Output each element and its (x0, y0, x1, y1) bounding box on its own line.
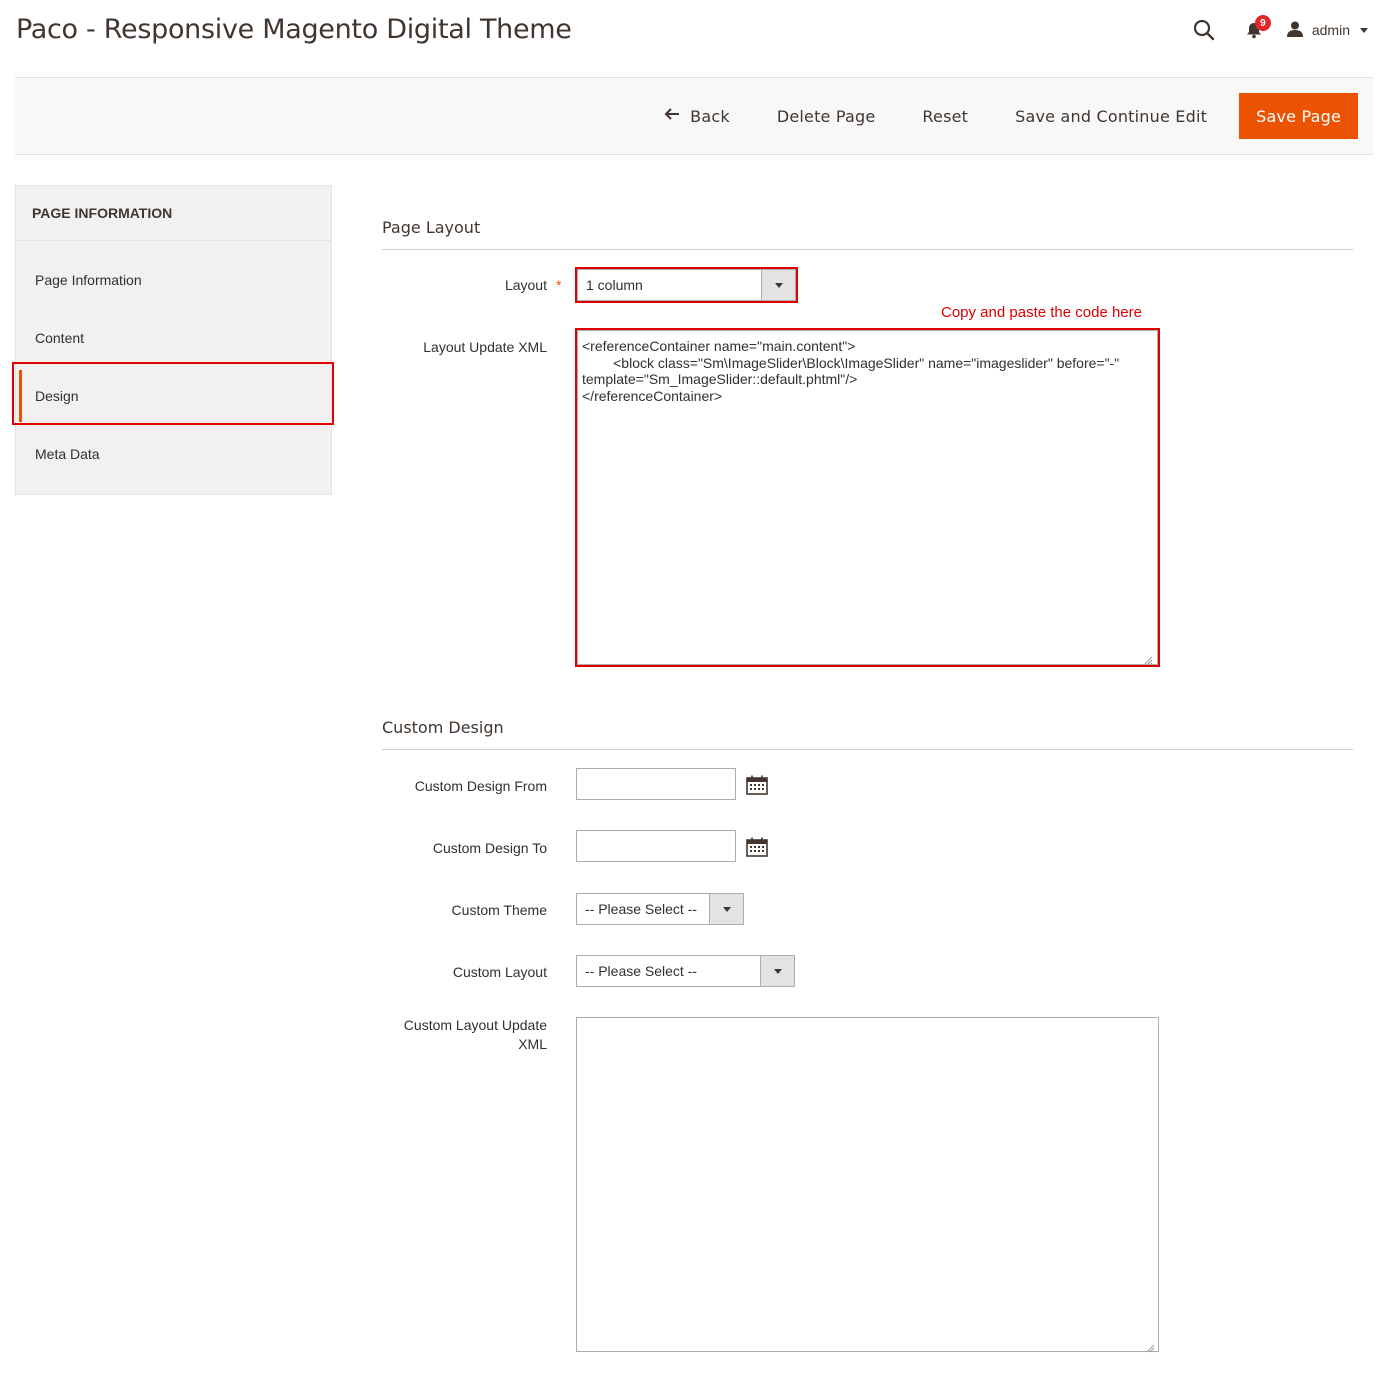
chevron-down-icon (1360, 27, 1368, 33)
calendar-icon[interactable] (746, 837, 768, 857)
layout-update-xml-label: Layout Update XML (423, 339, 547, 355)
required-indicator: * (556, 277, 562, 293)
user-name: admin (1311, 22, 1350, 38)
chevron-down-icon (761, 270, 795, 300)
sidebar-item-page-information[interactable]: Page Information (16, 251, 331, 309)
save-page-button[interactable]: Save Page (1239, 93, 1358, 139)
chevron-down-icon (709, 894, 743, 924)
save-and-continue-edit-button[interactable]: Save and Continue Edit (999, 93, 1223, 139)
custom-design-to-input[interactable] (576, 830, 736, 862)
custom-layout-update-xml-textarea[interactable] (576, 1017, 1159, 1352)
section-divider (382, 749, 1353, 750)
page-title: Paco - Responsive Magento Digital Theme (16, 14, 572, 45)
notifications-bell-icon[interactable]: 9 (1238, 14, 1271, 46)
calendar-icon[interactable] (746, 775, 768, 795)
annotation-text: Copy and paste the code here (941, 304, 1142, 321)
section-divider (382, 249, 1353, 250)
custom-design-from-label: Custom Design From (414, 778, 547, 794)
layout-update-xml-textarea[interactable]: <referenceContainer name="main.content">… (577, 330, 1158, 665)
header-actions: 9 admin (1188, 14, 1368, 46)
custom-theme-label: Custom Theme (451, 902, 547, 918)
custom-design-section-title: Custom Design (382, 718, 504, 737)
reset-button[interactable]: Reset (906, 93, 984, 139)
sidebar-item-meta-data[interactable]: Meta Data (16, 425, 331, 483)
custom-layout-update-xml-label: Custom Layout Update XML (403, 1017, 547, 1052)
custom-theme-select-value: -- Please Select -- (585, 901, 698, 917)
user-icon (1286, 20, 1304, 41)
custom-layout-select[interactable]: -- Please Select -- (576, 955, 795, 987)
resize-grip-icon[interactable] (1144, 652, 1153, 665)
search-icon[interactable] (1188, 14, 1220, 46)
page-actions-toolbar: Back Delete Page Reset Save and Continue… (15, 77, 1373, 155)
user-menu[interactable]: admin (1286, 20, 1368, 41)
delete-page-button[interactable]: Delete Page (761, 93, 892, 139)
layout-label: Layout (504, 277, 547, 293)
side-nav: PAGE INFORMATION Page Information Conten… (15, 185, 332, 495)
custom-design-to-label: Custom Design To (432, 840, 547, 856)
custom-layout-label: Custom Layout (452, 964, 547, 980)
notifications-count-badge: 9 (1254, 15, 1271, 31)
custom-design-from-input[interactable] (576, 768, 736, 800)
back-button[interactable]: Back (648, 93, 746, 139)
chevron-down-icon (760, 956, 794, 986)
resize-grip-icon[interactable] (1146, 1340, 1155, 1353)
custom-theme-select[interactable]: -- Please Select -- (576, 893, 744, 925)
custom-layout-select-value: -- Please Select -- (585, 963, 698, 979)
sidebar-item-design[interactable]: Design (16, 367, 331, 425)
page-layout-section-title: Page Layout (382, 218, 481, 237)
sidebar-item-content[interactable]: Content (16, 309, 331, 367)
back-button-label: Back (690, 106, 730, 126)
layout-select[interactable]: 1 column (577, 269, 796, 301)
arrow-left-icon (664, 107, 680, 125)
side-nav-title: PAGE INFORMATION (16, 186, 331, 241)
layout-select-value: 1 column (586, 277, 643, 293)
